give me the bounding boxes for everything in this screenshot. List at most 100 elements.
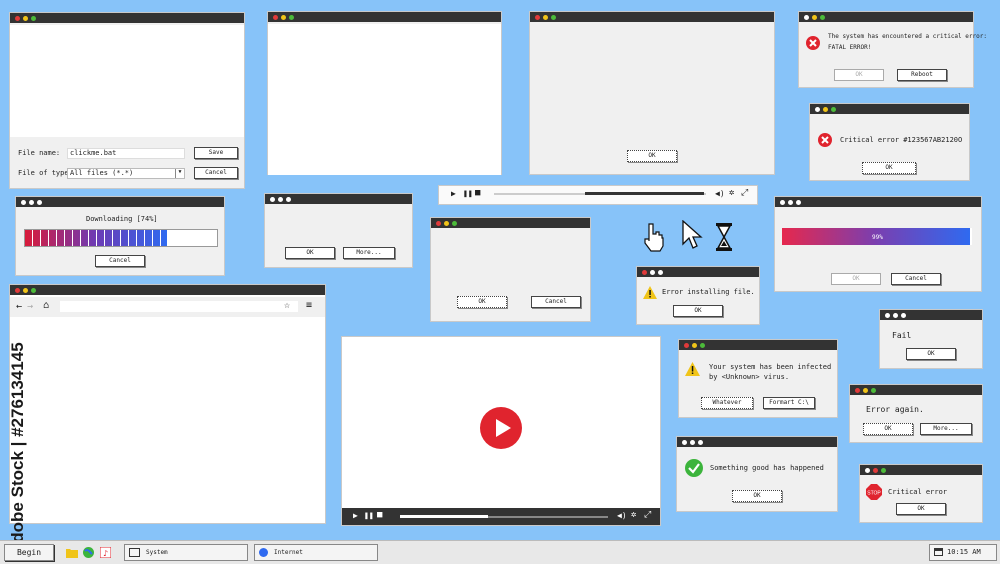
more-button[interactable]: More...	[343, 247, 395, 259]
fullscreen-icon[interactable]: ⤢	[741, 188, 748, 198]
menu-icon[interactable]: ≡	[306, 300, 312, 311]
maximize-dot-icon[interactable]	[881, 467, 886, 473]
close-dot-icon[interactable]	[21, 199, 26, 205]
minimize-dot-icon[interactable]	[444, 220, 449, 226]
close-dot-icon[interactable]	[273, 14, 278, 20]
back-icon[interactable]: ←	[16, 301, 22, 312]
minimize-dot-icon[interactable]	[23, 287, 28, 293]
progress-text: 99%	[872, 234, 883, 241]
play-button-icon[interactable]	[480, 407, 522, 449]
close-dot-icon[interactable]	[684, 342, 689, 348]
maximize-dot-icon[interactable]	[700, 342, 705, 348]
address-bar[interactable]	[60, 301, 298, 312]
taskbar-system[interactable]: System	[124, 544, 248, 561]
cancel-button[interactable]: Cancel	[194, 167, 238, 179]
close-dot-icon[interactable]	[855, 387, 860, 393]
stop-icon[interactable]: ■	[475, 188, 480, 198]
music-icon[interactable]: ♪	[100, 547, 111, 558]
maximize-dot-icon[interactable]	[452, 220, 457, 226]
clock-tray[interactable]: 10:15 AM	[929, 544, 997, 561]
maximize-dot-icon[interactable]	[901, 312, 906, 318]
close-dot-icon[interactable]	[436, 220, 441, 226]
maximize-dot-icon[interactable]	[698, 439, 703, 445]
ok-button[interactable]: OK	[863, 423, 913, 435]
file-type-select[interactable]: All files (*.*) ▼	[67, 168, 185, 179]
ok-button[interactable]: OK	[285, 247, 335, 259]
more-button[interactable]: More...	[920, 423, 972, 435]
gear-icon[interactable]: ✲	[729, 188, 734, 198]
maximize-dot-icon[interactable]	[820, 14, 825, 20]
close-dot-icon[interactable]	[270, 196, 275, 202]
close-dot-icon[interactable]	[865, 467, 870, 473]
ok-button[interactable]: OK	[896, 503, 946, 515]
maximize-dot-icon[interactable]	[658, 269, 663, 275]
minimize-dot-icon[interactable]	[690, 439, 695, 445]
maximize-dot-icon[interactable]	[289, 14, 294, 20]
minimize-dot-icon[interactable]	[278, 196, 283, 202]
home-icon[interactable]: ⌂	[43, 300, 49, 311]
ok-button[interactable]: OK	[834, 69, 884, 81]
maximize-dot-icon[interactable]	[37, 199, 42, 205]
ok-button[interactable]: OK	[906, 348, 956, 360]
minimize-dot-icon[interactable]	[543, 14, 548, 20]
maximize-dot-icon[interactable]	[796, 199, 801, 205]
minimize-dot-icon[interactable]	[281, 14, 286, 20]
play-icon[interactable]: ▶	[451, 189, 456, 198]
pause-icon[interactable]: ❚❚	[463, 189, 473, 198]
cancel-button[interactable]: Cancel	[891, 273, 941, 285]
ok-button[interactable]: OK	[457, 296, 507, 308]
forward-icon[interactable]: →	[27, 301, 33, 312]
ok-button[interactable]: OK	[831, 273, 881, 285]
gear-icon[interactable]: ✲	[631, 510, 636, 520]
minimize-dot-icon[interactable]	[863, 387, 868, 393]
taskbar: Begin ♪ System Internet 10:15 AM	[0, 540, 1000, 564]
volume-icon[interactable]: ◀)	[715, 189, 725, 198]
minimize-dot-icon[interactable]	[650, 269, 655, 275]
maximize-dot-icon[interactable]	[551, 14, 556, 20]
close-dot-icon[interactable]	[804, 14, 809, 20]
close-dot-icon[interactable]	[15, 15, 20, 21]
stop-icon[interactable]: ■	[377, 510, 382, 520]
cancel-button[interactable]: Cancel	[531, 296, 581, 308]
minimize-dot-icon[interactable]	[23, 15, 28, 21]
close-dot-icon[interactable]	[780, 199, 785, 205]
cancel-button[interactable]: Cancel	[95, 255, 145, 267]
maximize-dot-icon[interactable]	[831, 106, 836, 112]
whatever-button[interactable]: Whatever	[701, 397, 753, 409]
close-dot-icon[interactable]	[15, 287, 20, 293]
maximize-dot-icon[interactable]	[286, 196, 291, 202]
maximize-dot-icon[interactable]	[31, 287, 36, 293]
close-dot-icon[interactable]	[535, 14, 540, 20]
format-button[interactable]: Formart C:\	[763, 397, 815, 409]
begin-button[interactable]: Begin	[4, 544, 54, 561]
globe-icon[interactable]	[83, 547, 94, 558]
minimize-dot-icon[interactable]	[873, 467, 878, 473]
minimize-dot-icon[interactable]	[893, 312, 898, 318]
maximize-dot-icon[interactable]	[871, 387, 876, 393]
close-dot-icon[interactable]	[885, 312, 890, 318]
minimize-dot-icon[interactable]	[788, 199, 793, 205]
taskbar-internet[interactable]: Internet	[254, 544, 378, 561]
ok-button[interactable]: OK	[673, 305, 723, 317]
minimize-dot-icon[interactable]	[812, 14, 817, 20]
minimize-dot-icon[interactable]	[692, 342, 697, 348]
maximize-dot-icon[interactable]	[31, 15, 36, 21]
close-dot-icon[interactable]	[642, 269, 647, 275]
close-dot-icon[interactable]	[815, 106, 820, 112]
ok-button[interactable]: OK	[862, 162, 916, 174]
reboot-button[interactable]: Reboot	[897, 69, 947, 81]
ok-button[interactable]: OK	[732, 490, 782, 502]
close-dot-icon[interactable]	[682, 439, 687, 445]
ok-button[interactable]: OK	[627, 150, 677, 162]
save-button[interactable]: Save	[194, 147, 238, 159]
pause-icon[interactable]: ❚❚	[364, 511, 374, 520]
minimize-dot-icon[interactable]	[29, 199, 34, 205]
volume-icon[interactable]: ◀)	[617, 511, 627, 520]
folder-icon[interactable]	[66, 548, 78, 558]
play-icon[interactable]: ▶	[353, 511, 358, 520]
minimize-dot-icon[interactable]	[823, 106, 828, 112]
file-name-input[interactable]: clickme.bat	[67, 148, 185, 159]
star-icon[interactable]: ☆	[284, 300, 290, 311]
chevron-down-icon[interactable]: ▼	[175, 169, 184, 178]
fullscreen-icon[interactable]: ⤢	[644, 510, 651, 520]
